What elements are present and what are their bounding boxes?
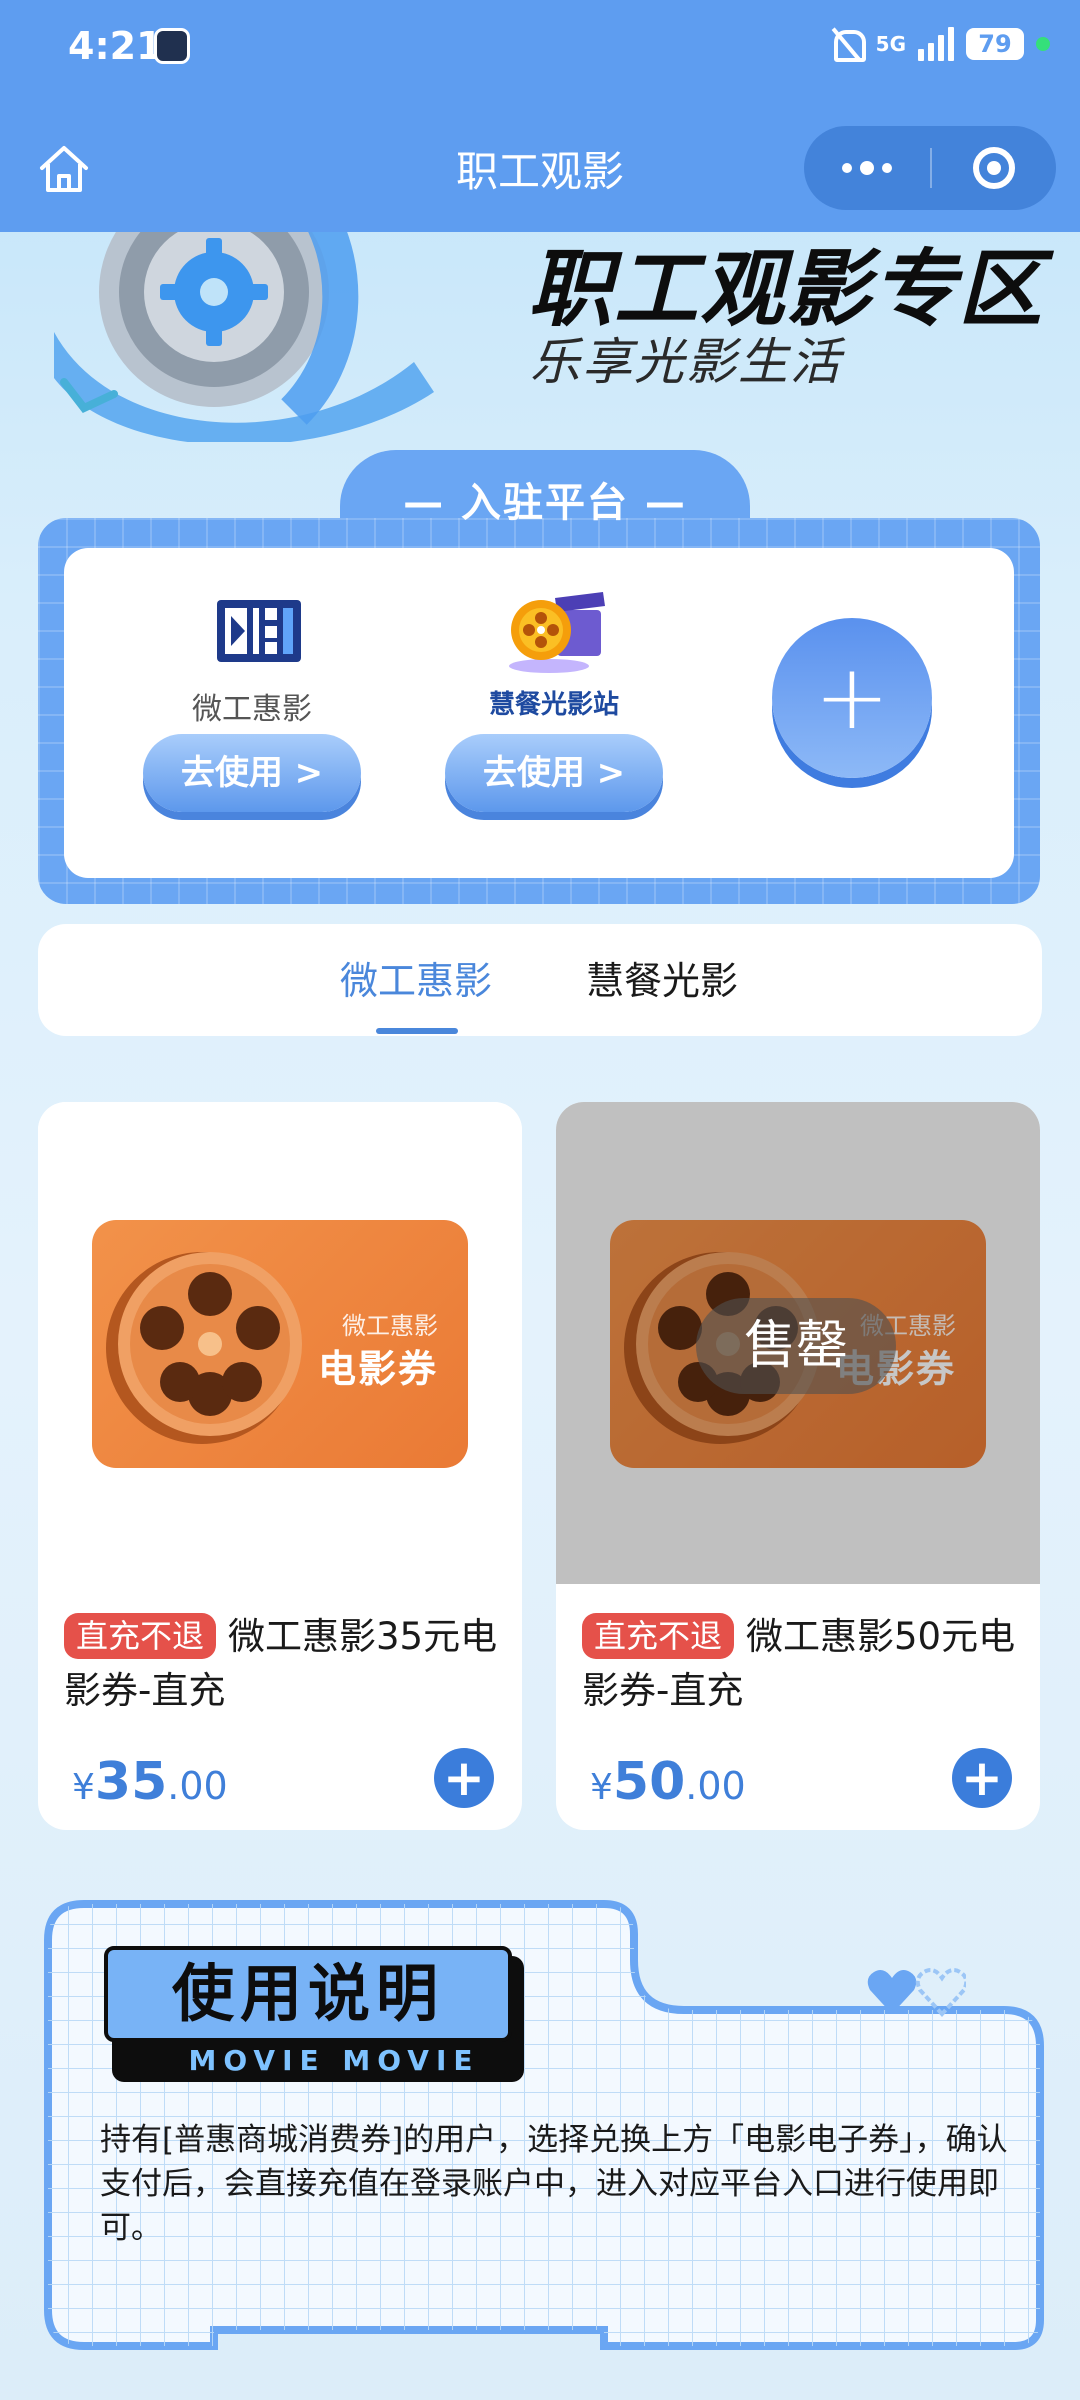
product-image: 微工惠影 电影券 bbox=[38, 1102, 522, 1584]
instructions-title: 使用说明 bbox=[104, 1946, 512, 2042]
use-huican-button[interactable]: 去使用 > bbox=[445, 734, 663, 812]
add-to-cart-button[interactable]: + bbox=[434, 1748, 494, 1808]
instructions-subtitle: MOVIE MOVIE bbox=[188, 2044, 480, 2077]
active-tab-indicator bbox=[376, 1028, 458, 1034]
more-icon[interactable] bbox=[804, 126, 930, 210]
signal-icon bbox=[918, 27, 954, 61]
bell-muted-icon bbox=[828, 26, 866, 62]
hearts-icon bbox=[867, 1968, 966, 2017]
product-price: ¥50.00 bbox=[590, 1752, 746, 1812]
no-refund-tag: 直充不退 bbox=[582, 1613, 735, 1659]
privacy-dot-icon bbox=[1036, 37, 1050, 51]
product-image: 微工惠影 电影券 售罄 bbox=[556, 1102, 1040, 1584]
add-to-cart-button[interactable]: + bbox=[952, 1748, 1012, 1808]
no-refund-tag: 直充不退 bbox=[64, 1613, 217, 1659]
product-title: 直充不退 微工惠影35元电影券-直充 bbox=[64, 1610, 504, 1718]
hero-subtitle: 乐享光影生活 bbox=[530, 333, 842, 391]
battery-icon: 79 bbox=[966, 28, 1024, 60]
app-notification-icon bbox=[154, 28, 190, 64]
platform-name: 微工惠影 bbox=[192, 692, 312, 727]
status-time: 4:21 bbox=[68, 24, 163, 68]
voucher-image: 微工惠影 电影券 bbox=[92, 1220, 468, 1468]
hero-banner: 职工观影专区 乐享光影生活 bbox=[0, 232, 1080, 452]
product-title: 直充不退 微工惠影50元电影券-直充 bbox=[582, 1610, 1022, 1718]
platform-list: 微工惠影 去使用 > 慧餐光影站 去使用 > + bbox=[64, 548, 1014, 878]
platform-item-huican: 慧餐光影站 去使用 > bbox=[444, 588, 664, 812]
instructions-text: 持有[普惠商城消费券]的用户，选择兑换上方「电影电子券」，确认支付后，会直接充值… bbox=[100, 2122, 1008, 2246]
tab-weigong[interactable]: 微工惠影 bbox=[340, 950, 492, 1005]
top-bar: 4:21 5G 79 职工观影 bbox=[0, 0, 1080, 232]
plus-icon: + bbox=[814, 645, 890, 750]
close-mini-program-icon[interactable] bbox=[932, 126, 1056, 210]
platform-name: 慧餐光影站 bbox=[488, 690, 619, 720]
instructions-heading: 使用说明 MOVIE MOVIE bbox=[104, 1946, 564, 2088]
add-platform-button[interactable]: + bbox=[772, 618, 932, 778]
sold-out-badge: 售罄 bbox=[696, 1298, 896, 1394]
tab-huican[interactable]: 慧餐光影 bbox=[586, 950, 738, 1005]
use-weigong-button[interactable]: 去使用 > bbox=[143, 734, 361, 812]
huican-logo-icon bbox=[509, 592, 605, 673]
usage-instructions: 使用说明 MOVIE MOVIE 持有[普惠商城消费券]的用户，选择兑换上方「电… bbox=[44, 1900, 1048, 2350]
platform-item-weigong: 微工惠影 去使用 > bbox=[142, 588, 362, 812]
network-type: 5G bbox=[875, 32, 906, 56]
film-reel-icon bbox=[106, 1252, 302, 1444]
product-card[interactable]: 微工惠影 电影券 直充不退 微工惠影35元电影券-直充 ¥35.00 + bbox=[38, 1102, 522, 1830]
voucher-title: 电影券 bbox=[317, 1347, 438, 1391]
plus-icon: + bbox=[443, 1749, 485, 1807]
product-card[interactable]: 微工惠影 电影券 售罄 直充不退 微工惠影50元电影券-直充 ¥50.00 + bbox=[556, 1102, 1040, 1830]
film-reel-illustration bbox=[54, 232, 434, 442]
product-price: ¥35.00 bbox=[72, 1752, 228, 1812]
voucher-brand: 微工惠影 bbox=[342, 1312, 438, 1340]
plus-icon: + bbox=[961, 1749, 1003, 1807]
mini-program-capsule bbox=[804, 126, 1056, 210]
weigong-logo-icon bbox=[217, 600, 301, 662]
category-tabs: 微工惠影 慧餐光影 bbox=[38, 924, 1042, 1036]
status-icons: 5G 79 bbox=[828, 22, 1050, 66]
platform-title: — 入驻平台 — bbox=[403, 480, 687, 526]
